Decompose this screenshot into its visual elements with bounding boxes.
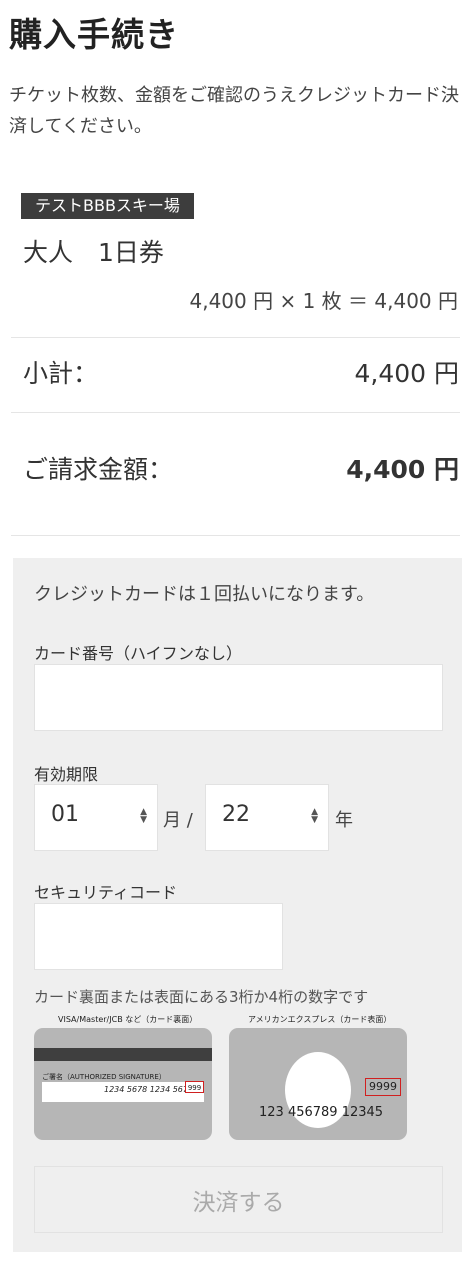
divider — [11, 337, 460, 338]
month-unit: 月 / — [163, 810, 193, 831]
expiry-label: 有効期限 — [34, 765, 99, 784]
amex-caption: アメリカンエクスプレス（カード表面） — [248, 1015, 392, 1024]
magnetic-stripe — [34, 1048, 212, 1061]
security-code-label: セキュリティコード — [34, 883, 178, 902]
card-back-number: 1234 5678 1234 5678 — [104, 1085, 194, 1094]
submit-payment-button[interactable]: 決済する — [34, 1166, 443, 1233]
select-arrows-icon: ▲ ▼ — [140, 807, 147, 825]
amex-code: 9999 — [365, 1078, 401, 1096]
intro-text: チケット枚数、金額をご確認のうえクレジットカード決済してください。 — [9, 85, 459, 137]
security-code-input[interactable] — [34, 903, 283, 970]
total-label: ご請求金額： — [23, 455, 174, 484]
card-number-label: カード番号（ハイフンなし） — [34, 644, 243, 663]
card-back-caption: VISA/Master/JCB など（カード裏面） — [58, 1015, 198, 1024]
signature-label: ご署名（AUTHORIZED SIGNATURE） — [42, 1073, 166, 1081]
page-title: 購入手続き — [9, 15, 179, 54]
amex-illustration: 9999 123 456789 12345 — [229, 1028, 407, 1140]
card-number-input[interactable] — [34, 664, 443, 731]
card-back-cvc: 999 — [185, 1081, 204, 1093]
resort-tag: テストBBBスキー場 — [21, 193, 194, 219]
total-value: 4,400 円 — [346, 455, 459, 484]
amex-number: 123 456789 12345 — [259, 1105, 384, 1120]
year-unit: 年 — [335, 810, 353, 831]
expiry-year-select[interactable]: 22 ▲ ▼ — [205, 784, 329, 851]
subtotal-value: 4,400 円 — [354, 359, 459, 388]
expiry-month-select[interactable]: 01 ▲ ▼ — [34, 784, 158, 851]
select-arrows-icon: ▲ ▼ — [311, 807, 318, 825]
payment-form: クレジットカードは１回払いになります。 カード番号（ハイフンなし） 有効期限 0… — [13, 558, 462, 1252]
subtotal-label: 小計： — [23, 359, 99, 388]
price-calculation: 4,400 円 × 1 枚 ＝ 4,400 円 — [189, 289, 459, 313]
divider — [11, 412, 460, 413]
expiry-month-value: 01 — [51, 802, 79, 827]
payment-note: クレジットカードは１回払いになります。 — [34, 584, 375, 605]
ticket-name: 大人 1日券 — [23, 238, 164, 267]
expiry-year-value: 22 — [222, 802, 250, 827]
divider — [11, 535, 460, 536]
security-code-hint: カード裏面または表面にある3桁か4桁の数字です — [34, 988, 369, 1006]
card-back-illustration: ご署名（AUTHORIZED SIGNATURE） 1234 5678 1234… — [34, 1028, 212, 1140]
